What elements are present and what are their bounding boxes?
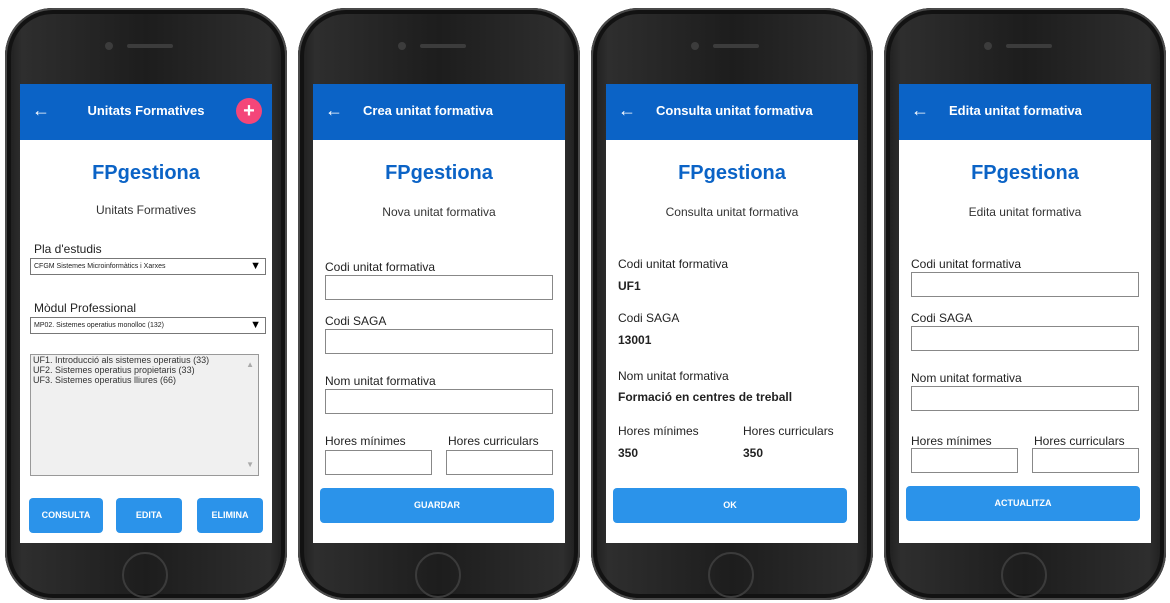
saga-input[interactable] — [911, 326, 1139, 351]
saga-label: Codi SAGA — [911, 311, 973, 325]
code-input[interactable] — [911, 272, 1139, 297]
units-listbox[interactable]: UF1. Introducció als sistemes operatius … — [30, 354, 259, 476]
speaker — [1006, 44, 1052, 48]
brand-title: FPgestiona — [678, 162, 786, 184]
caret-down-icon: ▼ — [250, 260, 261, 272]
back-arrow-icon[interactable]: ← — [325, 100, 343, 121]
speaker — [127, 44, 173, 48]
phone-create: ← Crea unitat formativa FPgestiona Nova … — [298, 8, 580, 600]
phone-list: ← Unitats Formatives + FPgestiona Unitat… — [5, 8, 287, 600]
saga-label: Codi SAGA — [325, 314, 387, 328]
name-input[interactable] — [911, 386, 1139, 411]
code-label: Codi unitat formativa — [911, 257, 1022, 271]
code-label: Codi unitat formativa — [618, 257, 729, 271]
min-hours-value: 350 — [618, 446, 639, 460]
list-item[interactable]: UF2. Sistemes operatius propietaris (33) — [31, 365, 258, 375]
home-button — [122, 552, 168, 598]
cur-hours-label: Hores curriculars — [1034, 434, 1125, 448]
camera — [984, 42, 992, 50]
section-subtitle: Nova unitat formativa — [382, 205, 496, 219]
consulta-button[interactable]: CONSULTA — [29, 498, 103, 533]
app-bar: ← Crea unitat formativa — [313, 84, 565, 140]
list-item[interactable]: UF1. Introducció als sistemes operatius … — [31, 355, 258, 365]
back-arrow-icon[interactable]: ← — [618, 100, 636, 121]
scroll-down-icon[interactable]: ▼ — [246, 460, 254, 469]
code-input[interactable] — [325, 275, 553, 300]
page-title: Consulta unitat formativa — [656, 103, 813, 118]
name-label: Nom unitat formativa — [618, 369, 729, 383]
module-label: Mòdul Professional — [34, 301, 137, 315]
camera — [691, 42, 699, 50]
section-subtitle: Consulta unitat formativa — [665, 205, 799, 219]
app-bar: ← Edita unitat formativa — [899, 84, 1151, 140]
name-label: Nom unitat formativa — [911, 371, 1022, 385]
min-hours-label: Hores mínimes — [618, 424, 699, 438]
brand-title: FPgestiona — [971, 162, 1079, 184]
edita-button[interactable]: EDITA — [116, 498, 182, 533]
camera — [398, 42, 406, 50]
screen-edit: ← Edita unitat formativa FPgestiona Edit… — [899, 84, 1151, 543]
min-hours-label: Hores mínimes — [911, 434, 992, 448]
ok-button[interactable]: OK — [613, 488, 847, 523]
cur-hours-label: Hores curriculars — [448, 434, 539, 448]
plan-select-value: CFGM Sistemes Microinformàtics i Xarxes — [34, 263, 166, 270]
phone-edit: ← Edita unitat formativa FPgestiona Edit… — [884, 8, 1166, 600]
cur-hours-value: 350 — [743, 446, 764, 460]
page-title: Edita unitat formativa — [949, 103, 1082, 118]
page-title: Crea unitat formativa — [363, 103, 494, 118]
speaker — [420, 44, 466, 48]
speaker — [713, 44, 759, 48]
section-subtitle: Unitats Formatives — [95, 203, 197, 217]
screen-create: ← Crea unitat formativa FPgestiona Nova … — [313, 84, 565, 543]
app-bar: ← Unitats Formatives + — [20, 84, 272, 140]
screen-view: ← Consulta unitat formativa FPgestiona C… — [606, 84, 858, 543]
cur-hours-input[interactable] — [1032, 448, 1139, 473]
elimina-button[interactable]: ELIMINA — [197, 498, 263, 533]
app-bar: ← Consulta unitat formativa — [606, 84, 858, 140]
actualitza-button[interactable]: ACTUALITZA — [906, 486, 1140, 521]
saga-input[interactable] — [325, 329, 553, 354]
module-select-value: MP02. Sistemes operatius monolloc (132) — [34, 322, 164, 329]
add-button[interactable]: + — [236, 98, 262, 124]
saga-label: Codi SAGA — [618, 311, 680, 325]
min-hours-label: Hores mínimes — [325, 434, 406, 448]
module-select[interactable]: MP02. Sistemes operatius monolloc (132) … — [30, 317, 266, 334]
cur-hours-input[interactable] — [446, 450, 553, 475]
plan-select[interactable]: CFGM Sistemes Microinformàtics i Xarxes … — [30, 258, 266, 275]
scroll-up-icon[interactable]: ▲ — [246, 360, 254, 369]
home-button — [1001, 552, 1047, 598]
plan-label: Pla d'estudis — [34, 242, 102, 256]
code-label: Codi unitat formativa — [325, 260, 436, 274]
brand-title: FPgestiona — [385, 162, 493, 184]
code-value: UF1 — [618, 279, 641, 293]
cur-hours-label: Hores curriculars — [743, 424, 834, 438]
caret-down-icon: ▼ — [250, 319, 261, 331]
page-title: Unitats Formatives — [87, 103, 205, 118]
screen-list: ← Unitats Formatives + FPgestiona Unitat… — [20, 84, 272, 543]
home-button — [708, 552, 754, 598]
brand-title: FPgestiona — [92, 162, 200, 184]
back-arrow-icon[interactable]: ← — [911, 100, 929, 121]
guardar-button[interactable]: GUARDAR — [320, 488, 554, 523]
section-subtitle: Edita unitat formativa — [968, 205, 1082, 219]
min-hours-input[interactable] — [325, 450, 432, 475]
name-label: Nom unitat formativa — [325, 374, 436, 388]
home-button — [415, 552, 461, 598]
saga-value: 13001 — [618, 333, 652, 347]
name-input[interactable] — [325, 389, 553, 414]
list-item[interactable]: UF3. Sistemes operatius lliures (66) — [31, 375, 258, 385]
phone-view: ← Consulta unitat formativa FPgestiona C… — [591, 8, 873, 600]
camera — [105, 42, 113, 50]
min-hours-input[interactable] — [911, 448, 1018, 473]
name-value: Formació en centres de treball — [618, 390, 793, 404]
